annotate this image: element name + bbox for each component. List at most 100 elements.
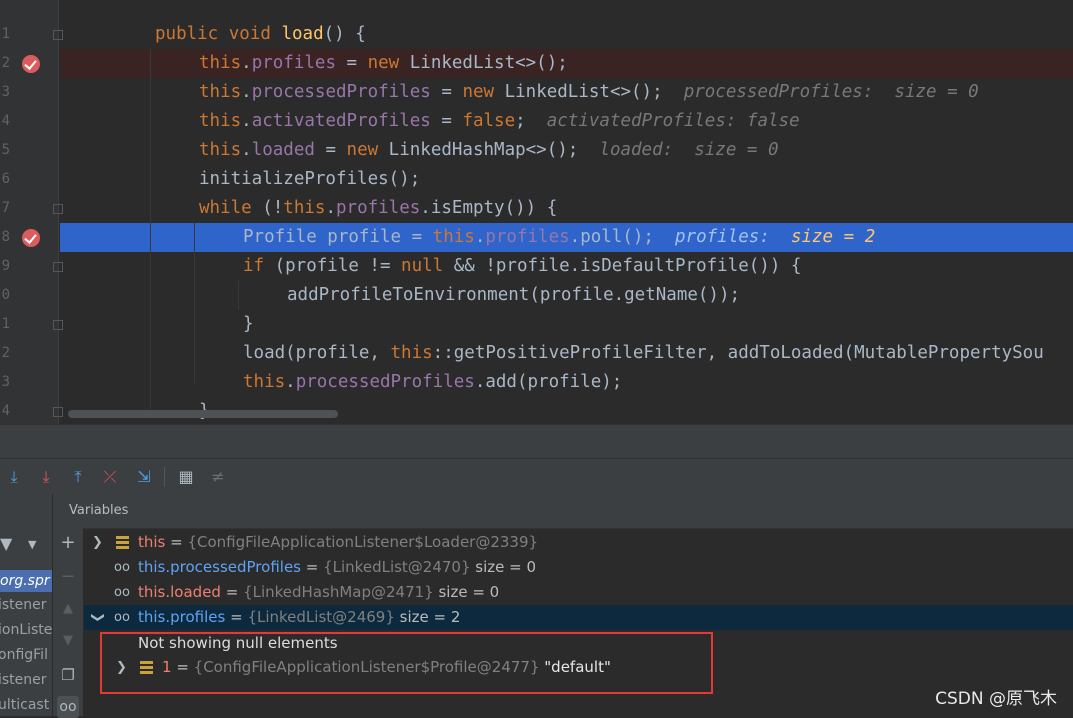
keyword: false [462,111,516,131]
breakpoint-icon[interactable] [22,229,40,247]
variable-eq: = [220,583,244,601]
current-execution-line[interactable]: Profile profile = this.profiles.poll(); … [60,223,1073,252]
keyword: this [199,111,242,131]
code-line[interactable]: this.processedProfiles = new LinkedList<… [60,78,1073,107]
filter-icon[interactable]: ▼ [0,534,12,553]
method-name: load [281,24,324,44]
watch-icon: oo [114,610,130,625]
code-editor[interactable]: 1 2 3 4 5 6 7 8 9 0 1 2 3 4 public void … [0,0,1073,424]
frame-item[interactable]: ionListe [0,622,52,638]
panel-splitter[interactable] [0,424,1073,459]
frame-item[interactable]: ulticast [0,697,49,713]
keyword: this [283,198,326,218]
field-name: processedProfiles [251,82,431,102]
watch-icon: oo [114,560,130,575]
keyword: this [199,82,242,102]
code-text: .isEmpty()) { [420,198,558,218]
keyword: new [462,82,495,102]
inline-debug-hint: loaded: size = 0 [599,140,779,160]
code-line[interactable]: while (!this.profiles.isEmpty()) { [60,194,1073,223]
breakpoint-icon[interactable] [22,55,40,73]
inline-debug-hint: processedProfiles: size = 0 [683,82,979,102]
variable-name: this.profiles [138,608,226,626]
trace-stream-icon[interactable]: ≠ [208,467,228,487]
step-over-icon[interactable]: ⤓ [4,467,24,487]
line-number: 5 [1,142,10,158]
frame-item[interactable]: istener [0,597,47,613]
code-line[interactable]: this.activatedProfiles = false; activate… [60,107,1073,136]
frame-item[interactable]: istener [0,672,47,688]
variable-eq: = [301,558,324,576]
watermark: CSDN @原飞木 [935,689,1057,709]
run-to-cursor-icon[interactable]: ⇲ [134,467,154,487]
code-line-breakpoint[interactable]: this.profiles = new LinkedList<>(); [60,49,1073,78]
add-watch-icon[interactable]: + [57,532,79,554]
toolbar-separator [164,467,165,487]
variable-eq: = [225,608,248,626]
variable-ref: {LinkedHashMap@2471} [243,583,434,601]
code-line[interactable]: addProfileToEnvironment(profile.getName(… [60,281,1073,310]
step-out-icon[interactable]: ⤒ [68,467,88,487]
code-text: = [336,53,368,73]
variable-name: this [138,533,166,551]
chevron-down-icon[interactable]: ❯ [85,612,110,623]
code-text: . [285,372,296,392]
editor-gutter[interactable]: 1 2 3 4 5 6 7 8 9 0 1 2 3 4 [0,0,63,424]
frames-panel[interactable]: ▼ ▼ org.spr istener ionListe onfigFil is… [0,494,53,716]
horizontal-scrollbar[interactable] [68,410,338,418]
variable-row[interactable]: oo this.processedProfiles = {LinkedList@… [84,555,1073,580]
variable-row[interactable]: ❯ this = {ConfigFileApplicationListener$… [84,530,1073,555]
code-text: . [241,82,252,102]
code-text: ::getPositiveProfileFilter, addToLoaded(… [432,343,1044,363]
code-text: = [430,82,463,102]
code-line[interactable]: this.processedProfiles.add(profile); [60,368,1073,397]
keyword: public [155,24,219,44]
variable-size: size = 2 [394,608,461,626]
debug-toolbar: ⤓ ⤓ ⤒ ⤫ ⇲ ▦ ≠ [0,458,1073,495]
code-text: && !profile.isDefaultProfile()) { [443,256,802,276]
code-line[interactable]: if (profile != null && !profile.isDefaul… [60,252,1073,281]
line-number: 2 [1,345,10,361]
keyword: new [367,53,400,73]
indent-guide [194,223,195,383]
variable-row-selected[interactable]: ❯ oo this.profiles = {LinkedList@2469} s… [84,605,1073,630]
watches-toggle-icon[interactable]: oo [57,696,79,718]
code-line[interactable]: public void load() { [60,20,1073,49]
code-text: Profile profile = [243,227,433,247]
variable-row[interactable]: oo this.loaded = {LinkedHashMap@2471} si… [84,580,1073,605]
line-number: 1 [1,26,10,42]
code-line[interactable]: this.loaded = new LinkedHashMap<>(); loa… [60,136,1073,165]
move-up-icon[interactable]: ▲ [57,598,79,620]
code-text: . [241,111,252,131]
copy-icon[interactable]: ❐ [57,664,79,686]
variables-header: Variables [53,494,1073,529]
drop-frame-icon[interactable]: ⤫ [100,467,120,487]
variables-title: Variables [69,503,129,518]
variables-side-toolbar: + − ▲ ▼ ❐ oo [53,528,83,718]
variable-ref: {LinkedList@2469} [247,608,395,626]
code-text: = [430,111,463,131]
chevron-right-icon[interactable]: ❯ [92,530,103,555]
code-text: addProfileToEnvironment(profile.getName(… [287,285,741,305]
frame-item-selected[interactable]: org.spr [0,570,52,592]
field-name: loaded [251,140,315,160]
code-line[interactable]: } [60,310,1073,339]
code-line[interactable]: initializeProfiles(); [60,165,1073,194]
remove-watch-icon[interactable]: − [57,566,79,588]
evaluate-expression-icon[interactable]: ▦ [176,467,196,487]
variable-ref: {ConfigFileApplicationListener$Loader@23… [187,533,539,551]
field-name: profiles [485,227,570,247]
move-down-icon[interactable]: ▼ [57,630,79,652]
code-line[interactable]: load(profile, this::getPositiveProfileFi… [60,339,1073,368]
line-number: 7 [1,200,10,216]
keyword: this [199,53,242,73]
step-into-icon[interactable]: ⤓ [36,467,56,487]
code-text: LinkedList<>(); [494,82,663,102]
code-text: LinkedHashMap<>(); [378,140,579,160]
inline-debug-hint: activatedProfiles: false [546,111,800,131]
line-number: 8 [1,229,10,245]
line-number: 1 [1,316,10,332]
frame-item[interactable]: onfigFil [0,647,48,663]
chevron-down-icon[interactable]: ▼ [28,538,36,551]
line-number: 3 [1,84,10,100]
